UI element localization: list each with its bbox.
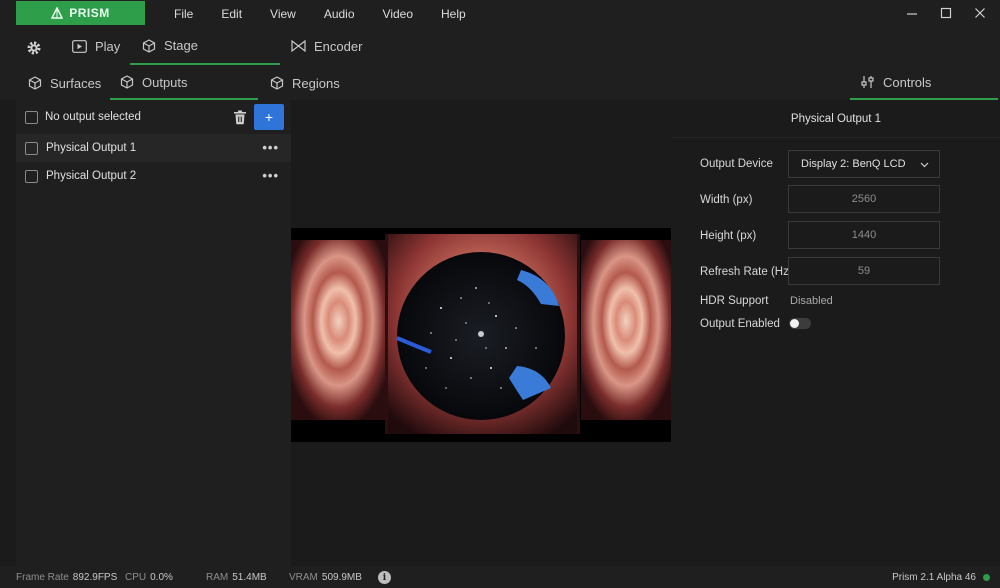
stage-preview-image	[291, 228, 671, 442]
cube-icon	[120, 75, 134, 89]
row-checkbox[interactable]	[25, 170, 38, 183]
tab-regions[interactable]: Regions	[270, 66, 340, 100]
stage-preview[interactable]	[291, 228, 671, 442]
minimize-button[interactable]	[902, 4, 922, 22]
sub-tab-bar: Surfaces Outputs Regions Controls	[0, 66, 1000, 100]
selection-status: No output selected	[45, 111, 141, 123]
tab-controls[interactable]: Controls	[850, 66, 998, 100]
more-options-icon[interactable]: •••	[262, 140, 279, 155]
cube-icon	[28, 76, 42, 90]
more-options-icon[interactable]: •••	[262, 168, 279, 183]
controls-title: Physical Output 1	[672, 100, 1000, 138]
list-item-label: Physical Output 1	[46, 142, 137, 154]
menu-bar: File Edit View Audio Video Help	[160, 0, 480, 28]
bowtie-icon	[291, 40, 306, 52]
tab-encoder-label: Encoder	[314, 38, 363, 54]
vram-stat: VRAM 509.9MB	[289, 572, 362, 583]
width-label: Width (px)	[700, 194, 753, 206]
output-enabled-toggle[interactable]	[789, 318, 811, 329]
brand-logo[interactable]: PRISM	[16, 1, 145, 25]
maximize-button[interactable]	[936, 4, 956, 22]
brand-name: PRISM	[69, 6, 110, 20]
select-all-checkbox[interactable]	[25, 111, 38, 124]
add-output-button[interactable]: +	[254, 104, 284, 130]
height-label: Height (px)	[700, 230, 757, 242]
cpu-stat: CPU 0.0%	[125, 572, 173, 583]
main-tab-bar: Play Stage Encoder	[0, 28, 1000, 66]
tab-stage[interactable]: Stage	[130, 28, 280, 65]
menu-view[interactable]: View	[256, 7, 310, 21]
output-enabled-label: Output Enabled	[700, 318, 780, 330]
gear-icon[interactable]	[26, 40, 42, 56]
cpu-value: 0.0%	[150, 572, 173, 583]
frame-rate-stat: Frame Rate 892.9FPS	[16, 572, 117, 583]
refresh-rate-label: Refresh Rate (Hz)	[700, 266, 793, 278]
toggle-knob	[790, 319, 799, 328]
close-button[interactable]	[970, 4, 990, 22]
outputs-panel-header: No output selected +	[16, 100, 291, 134]
refresh-rate-field[interactable]: 59	[788, 257, 940, 285]
output-device-value: Display 2: BenQ LCD	[801, 158, 906, 170]
list-item[interactable]: Physical Output 2 •••	[16, 162, 291, 190]
sliders-icon	[861, 76, 874, 88]
version-label: Prism 2.1 Alpha 46	[892, 572, 976, 583]
output-device-select[interactable]: Display 2: BenQ LCD	[788, 150, 940, 178]
height-field[interactable]: 1440	[788, 221, 940, 249]
tab-controls-label: Controls	[883, 74, 932, 90]
cube-icon	[142, 38, 156, 53]
status-bar: Frame Rate 892.9FPS CPU 0.0% RAM 51.4MB …	[0, 566, 1000, 588]
ram-label: RAM	[206, 572, 229, 583]
tab-surfaces-label: Surfaces	[50, 75, 102, 91]
minimize-icon	[907, 13, 917, 15]
play-icon	[72, 39, 87, 53]
tab-encoder[interactable]: Encoder	[291, 28, 362, 64]
status-indicator	[983, 574, 990, 581]
chevron-down-icon	[920, 162, 929, 168]
info-icon[interactable]: i	[378, 571, 391, 584]
tab-play-label: Play	[95, 38, 121, 54]
window-controls	[902, 4, 990, 22]
vram-label: VRAM	[289, 572, 318, 583]
title-bar: PRISM File Edit View Audio Video Help	[0, 0, 1000, 28]
cube-icon	[270, 76, 284, 90]
trash-icon[interactable]	[233, 110, 247, 125]
tab-regions-label: Regions	[292, 75, 340, 91]
menu-file[interactable]: File	[160, 7, 207, 21]
prism-logo-icon	[51, 7, 64, 19]
tab-play[interactable]: Play	[72, 28, 120, 64]
close-icon	[975, 8, 985, 18]
outputs-panel: No output selected + Physical Output 1 •…	[16, 100, 291, 566]
menu-audio[interactable]: Audio	[310, 7, 369, 21]
output-device-label: Output Device	[700, 158, 773, 170]
width-field[interactable]: 2560	[788, 185, 940, 213]
hdr-support-value: Disabled	[790, 295, 833, 307]
frame-rate-label: Frame Rate	[16, 572, 69, 583]
ram-value: 51.4MB	[232, 572, 267, 583]
menu-video[interactable]: Video	[369, 7, 427, 21]
vram-value: 509.9MB	[321, 572, 362, 583]
tab-stage-label: Stage	[164, 38, 198, 53]
ram-stat: RAM 51.4MB	[206, 572, 267, 583]
cpu-label: CPU	[125, 572, 147, 583]
menu-edit[interactable]: Edit	[207, 7, 256, 21]
menu-help[interactable]: Help	[427, 7, 480, 21]
list-item[interactable]: Physical Output 1 •••	[16, 134, 291, 162]
tab-outputs[interactable]: Outputs	[110, 66, 258, 100]
tab-outputs-label: Outputs	[142, 74, 188, 90]
tab-surfaces[interactable]: Surfaces	[28, 66, 101, 100]
hdr-support-label: HDR Support	[700, 295, 769, 307]
list-item-label: Physical Output 2	[46, 170, 137, 182]
frame-rate-value: 892.9FPS	[72, 572, 118, 583]
maximize-icon	[940, 7, 952, 19]
row-checkbox[interactable]	[25, 142, 38, 155]
